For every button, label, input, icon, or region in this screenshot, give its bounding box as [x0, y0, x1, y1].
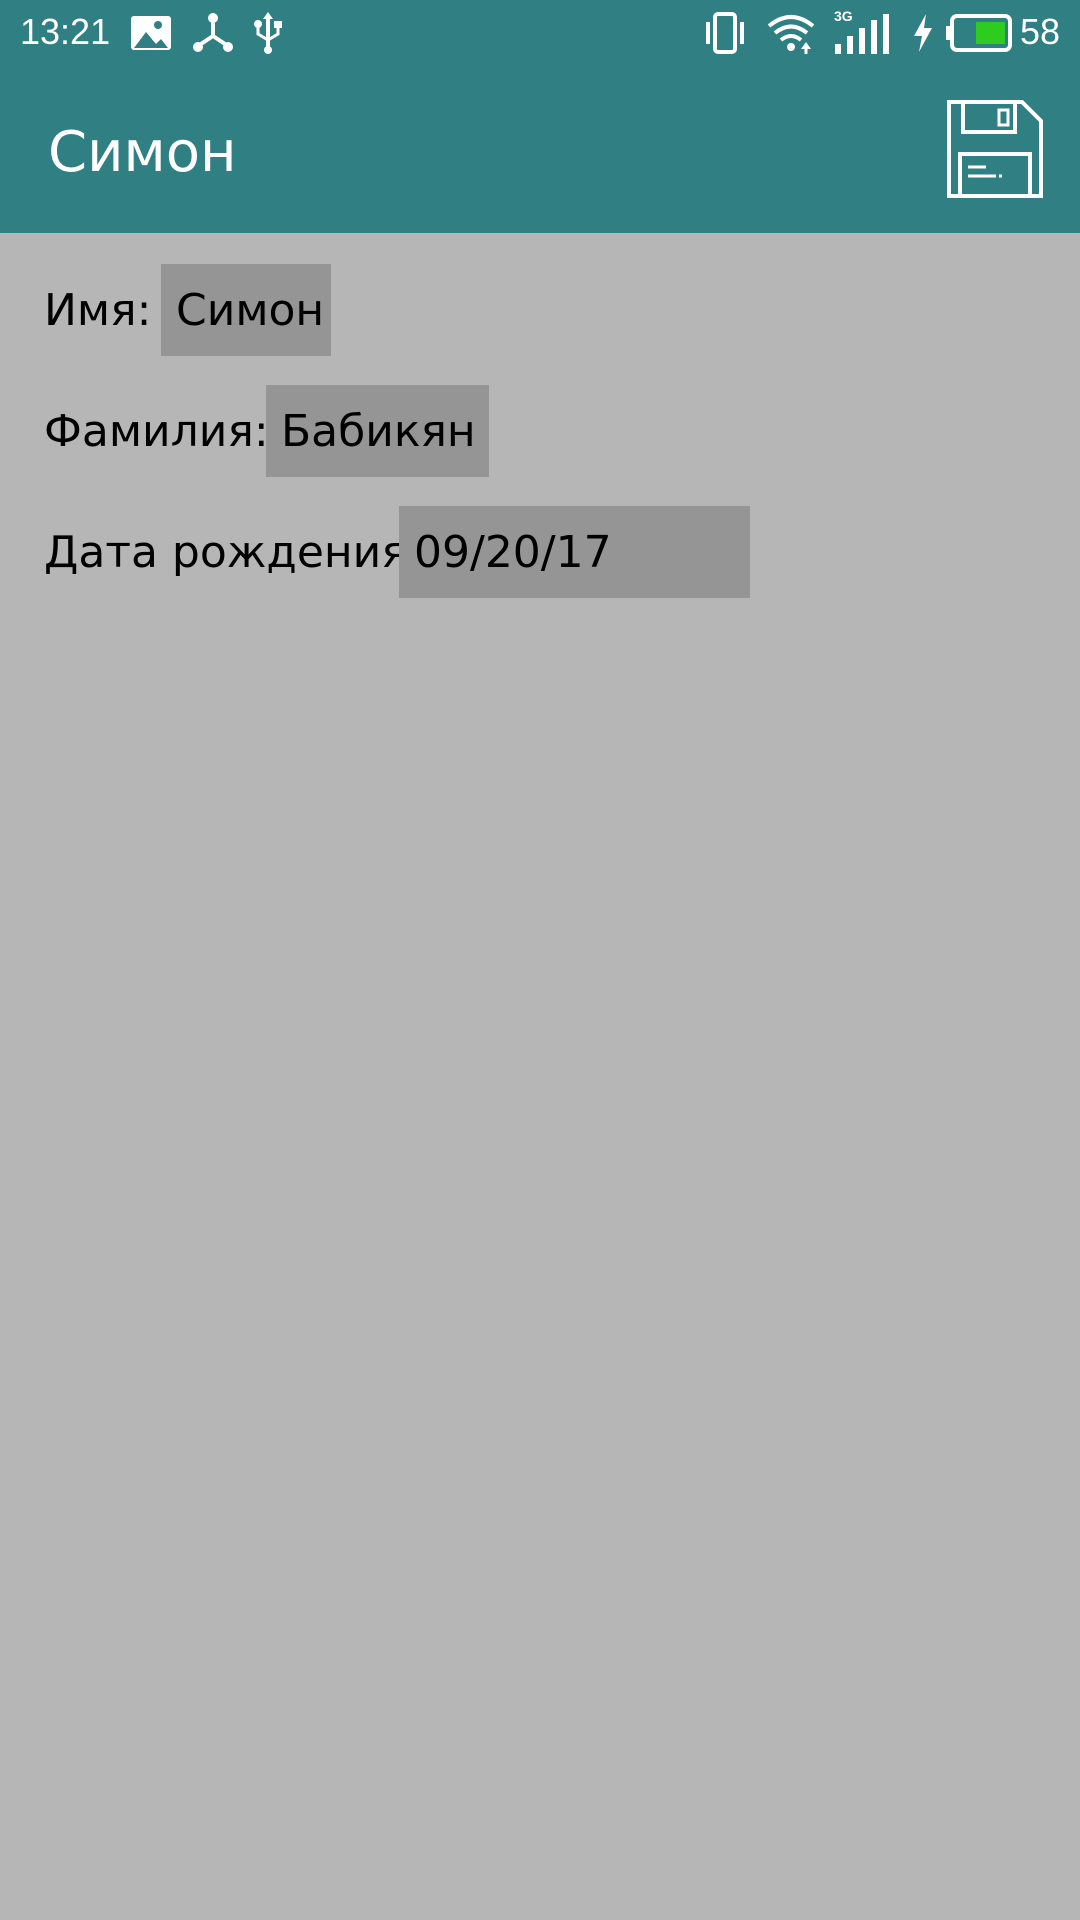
- status-time: 13:21: [20, 11, 111, 52]
- floppy-disk-icon: [947, 100, 1043, 198]
- save-button[interactable]: [946, 99, 1044, 199]
- birth-date-row: Дата рождения:: [44, 506, 423, 598]
- image-icon: [131, 16, 171, 50]
- status-bar: 13:21 3G 58: [0, 0, 1080, 66]
- last-name-label: Фамилия:: [44, 405, 269, 457]
- app-bar: 13:21 3G 58 Симон: [0, 0, 1080, 233]
- first-name-label: Имя:: [44, 284, 152, 336]
- last-name-field[interactable]: Бабикян: [266, 385, 489, 477]
- first-name-field[interactable]: Симон: [161, 264, 331, 356]
- battery-percent: 58: [1020, 11, 1061, 52]
- battery-icon: [946, 14, 1012, 52]
- page-title: Симон: [48, 120, 237, 185]
- last-name-row: Фамилия:: [44, 385, 269, 477]
- wifi-icon: [767, 15, 815, 54]
- vibrate-icon: [706, 12, 744, 54]
- charging-icon: [914, 14, 932, 52]
- network-share-icon: [193, 13, 233, 52]
- usb-icon: [254, 12, 282, 54]
- birth-date-label: Дата рождения:: [44, 526, 423, 578]
- birth-date-field[interactable]: 09/20/17: [399, 506, 750, 598]
- first-name-row: Имя:: [44, 264, 151, 356]
- network-type-label: 3G: [834, 8, 853, 24]
